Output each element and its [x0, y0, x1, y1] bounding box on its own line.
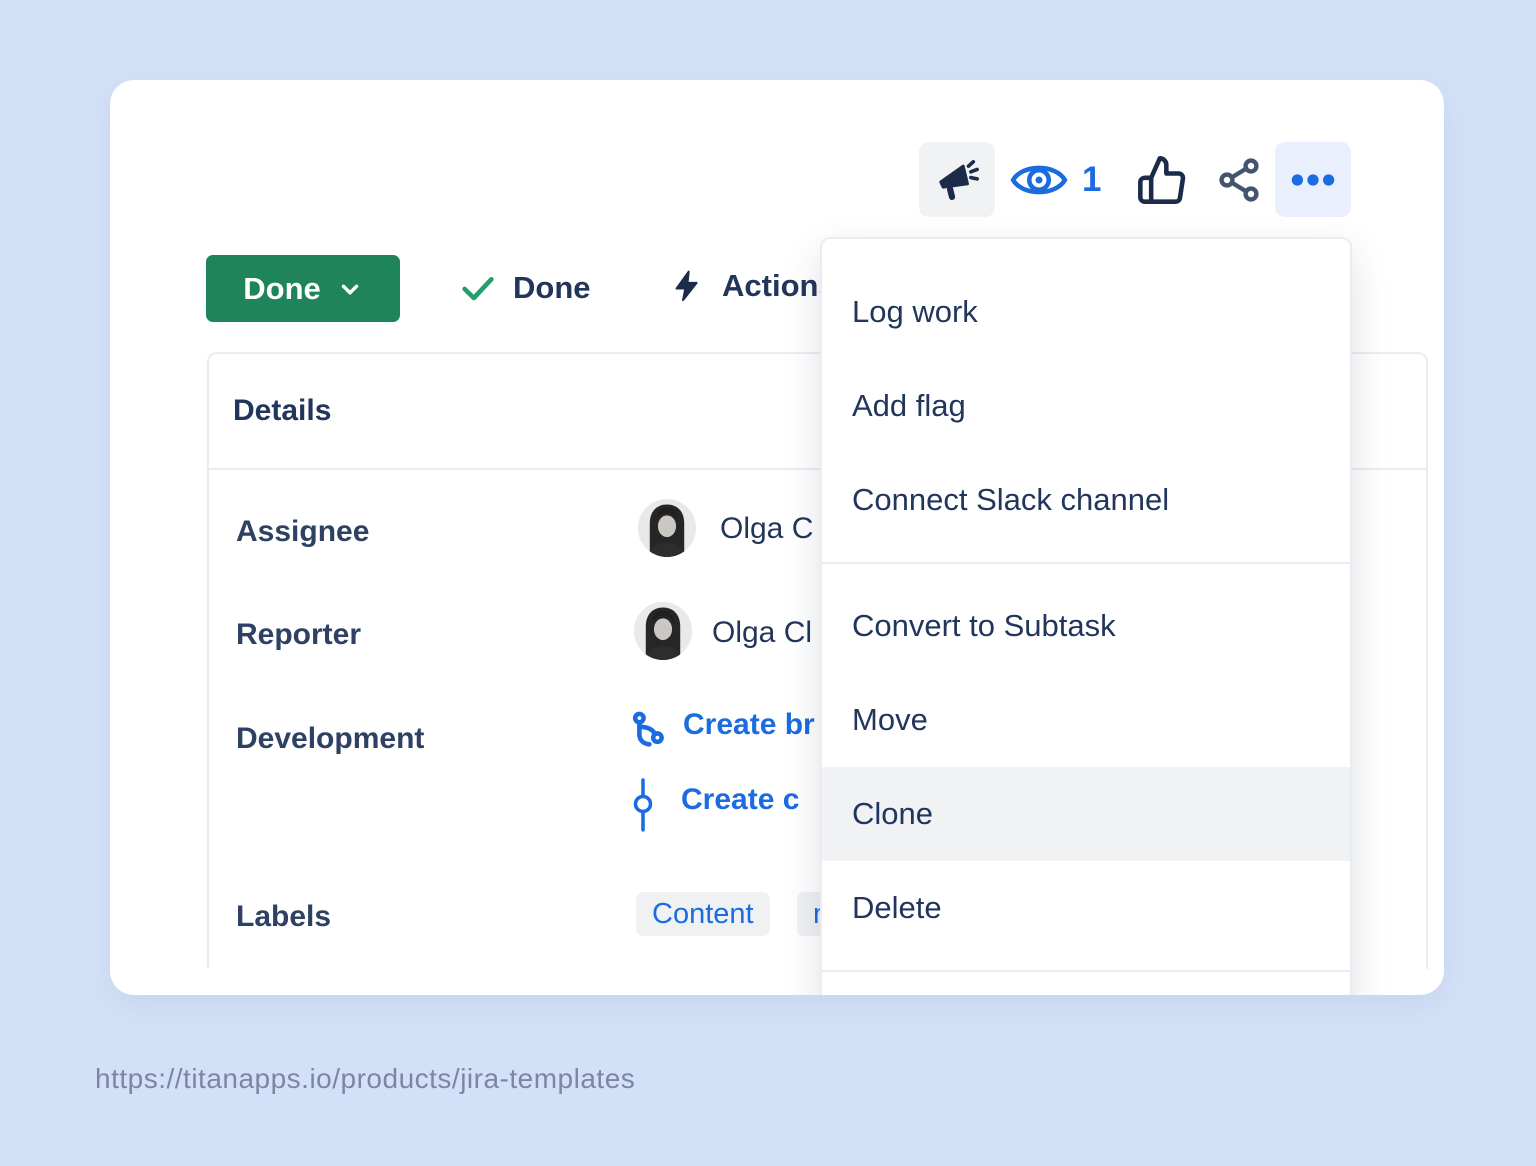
menu-item-connect-slack-channel[interactable]: Connect Slack channel — [822, 453, 1350, 547]
resolution-indicator: Done — [458, 268, 591, 308]
chevron-down-icon — [337, 276, 363, 302]
content-card: 1 — [110, 80, 1444, 995]
lightning-icon — [670, 266, 704, 306]
page-background: 1 — [0, 0, 1536, 1166]
reporter-name[interactable]: Olga Cl — [712, 616, 812, 650]
share-icon — [1215, 156, 1263, 204]
menu-item-move[interactable]: Move — [822, 673, 1350, 767]
thumbs-up-icon — [1136, 154, 1188, 206]
megaphone-icon — [934, 157, 980, 203]
check-icon — [458, 268, 498, 308]
commit-icon — [633, 778, 653, 832]
field-label-development: Development — [236, 722, 424, 756]
assignee-name[interactable]: Olga C — [720, 512, 813, 546]
more-actions-button[interactable] — [1275, 142, 1351, 217]
like-button[interactable] — [1133, 150, 1191, 210]
watch-button[interactable]: 1 — [1010, 150, 1101, 210]
menu-item-delete[interactable]: Delete — [822, 861, 1350, 955]
announce-button[interactable] — [919, 142, 995, 217]
status-dropdown-button[interactable]: Done — [206, 255, 400, 322]
assignee-avatar[interactable] — [638, 499, 696, 557]
branch-icon — [628, 710, 670, 752]
details-title: Details — [233, 394, 331, 428]
create-branch-link[interactable]: Create br — [683, 708, 815, 742]
eye-icon — [1010, 158, 1068, 202]
resolution-label: Done — [513, 270, 591, 306]
menu-divider — [822, 562, 1350, 564]
menu-group-2: Convert to Subtask Move Clone Delete — [822, 579, 1350, 955]
menu-item-add-flag[interactable]: Add flag — [822, 359, 1350, 453]
label-chip[interactable]: Content — [636, 892, 770, 936]
field-label-labels: Labels — [236, 900, 331, 934]
reporter-avatar[interactable] — [634, 602, 692, 660]
field-label-assignee: Assignee — [236, 515, 369, 549]
menu-group-1: Log work Add flag Connect Slack channel — [822, 265, 1350, 547]
avatar-portrait — [638, 499, 696, 557]
context-menu: Log work Add flag Connect Slack channel … — [820, 237, 1352, 995]
menu-item-log-work[interactable]: Log work — [822, 265, 1350, 359]
share-button[interactable] — [1213, 154, 1265, 206]
url-caption: https://titanapps.io/products/jira-templ… — [95, 1063, 635, 1095]
field-label-reporter: Reporter — [236, 618, 361, 652]
actions-label: Actions — [722, 268, 836, 304]
status-label: Done — [243, 271, 321, 307]
ellipsis-icon — [1288, 167, 1338, 193]
menu-item-clone[interactable]: Clone — [822, 767, 1350, 861]
create-commit-link[interactable]: Create c — [681, 783, 799, 817]
menu-divider — [822, 970, 1350, 972]
menu-item-convert-to-subtask[interactable]: Convert to Subtask — [822, 579, 1350, 673]
avatar-portrait — [634, 602, 692, 660]
actions-button[interactable]: Actions — [670, 266, 836, 306]
watch-count: 1 — [1082, 160, 1101, 200]
